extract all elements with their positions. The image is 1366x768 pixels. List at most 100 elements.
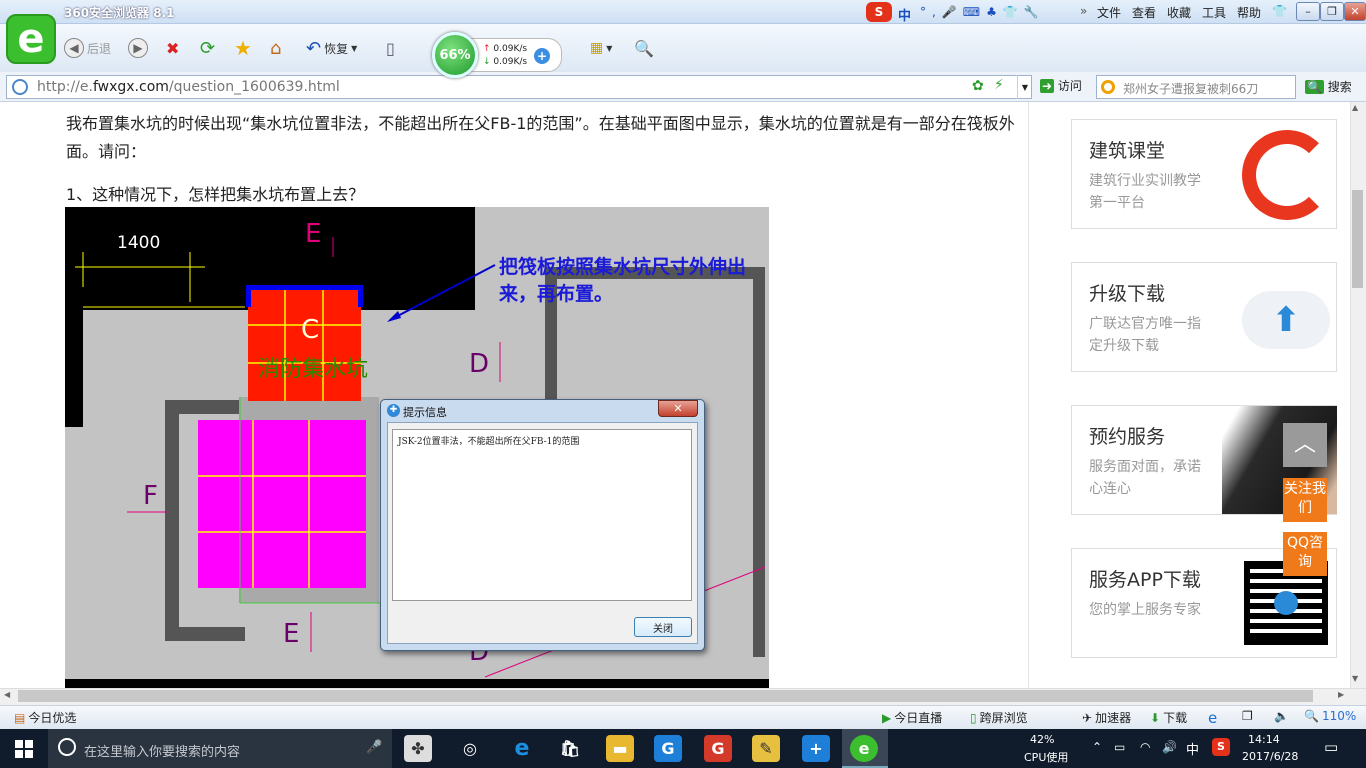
sidebar-card-course[interactable]: 建筑课堂 建筑行业实训教学第一平台 xyxy=(1071,119,1337,229)
back-to-top-button[interactable]: ︿ xyxy=(1283,423,1327,467)
dialog-close-button[interactable]: 关闭 xyxy=(634,617,692,637)
window-icon[interactable]: ❐ xyxy=(1242,709,1253,723)
menu-help[interactable]: 帮助 xyxy=(1237,4,1261,21)
column-divider xyxy=(1028,102,1029,688)
clock-time[interactable]: 14:14 xyxy=(1248,733,1280,746)
home-icon[interactable]: ⌂ xyxy=(270,36,281,60)
qq-consult-button[interactable]: QQ咨询 xyxy=(1283,532,1327,576)
search-input[interactable]: 郑州女子遭报复被刺66刀 xyxy=(1096,75,1296,99)
live-button[interactable]: ▶ 今日直播 xyxy=(882,709,942,726)
download-button[interactable]: ⬇ 下载 xyxy=(1150,709,1187,726)
scroll-right-icon[interactable]: ▶ xyxy=(1338,690,1344,699)
taskbar-search[interactable]: 在这里输入你要搜索的内容 xyxy=(48,729,392,768)
wifi-icon[interactable]: ◠ xyxy=(1140,740,1150,754)
glodon-icon[interactable]: G xyxy=(654,735,682,762)
microphone-icon[interactable]: 🎤 xyxy=(366,740,382,755)
cad-dimension: 1400 xyxy=(117,233,161,253)
cortana-icon xyxy=(58,738,76,756)
go-arrow-icon: ➜ xyxy=(1040,79,1055,93)
glodon-red-icon[interactable]: G xyxy=(704,735,732,762)
zoom-icon: 🔍 xyxy=(1304,709,1319,723)
scroll-left-icon[interactable]: ◀ xyxy=(4,690,10,699)
compat-mode-icon[interactable]: ✿ xyxy=(972,78,984,94)
ime-indicator[interactable]: 中 xyxy=(1186,739,1199,758)
scroll-down-icon[interactable]: ▼ xyxy=(1352,674,1358,683)
search-engine-icon[interactable] xyxy=(1101,80,1115,94)
accelerate-plus-icon[interactable]: + xyxy=(534,48,550,64)
cloud-upload-icon: ⬆ xyxy=(1242,291,1330,349)
play-icon: ▶ xyxy=(882,710,892,725)
picks-icon: ▤ xyxy=(14,710,26,725)
forward-arrow-icon: ▶ xyxy=(128,38,148,58)
brand-logo-icon xyxy=(1242,130,1332,220)
network-icon[interactable]: ▭ xyxy=(1114,740,1125,754)
card-title: 建筑课堂 xyxy=(1089,140,1166,162)
ime-tools-icon[interactable]: °,🎤⌨♣👕🔧 xyxy=(920,5,1045,19)
windows-logo-icon xyxy=(15,739,33,758)
speaker-icon[interactable]: 🔈 xyxy=(1274,709,1289,723)
more-chevron-icon[interactable]: » xyxy=(1080,4,1087,18)
app-plus-icon[interactable]: + xyxy=(802,735,830,762)
url-input[interactable]: http://e.fwxgx.com/question_1600639.html xyxy=(6,75,1032,99)
menu-view[interactable]: 查看 xyxy=(1132,4,1156,21)
dialog-close-icon[interactable]: ✕ xyxy=(658,400,698,417)
phone-icon[interactable]: ▯ xyxy=(386,36,395,60)
vertical-scroll-thumb[interactable] xyxy=(1352,190,1363,288)
dialog-message[interactable]: JSK-2位置非法，不能超出所在父FB-1的范围 xyxy=(392,429,692,601)
notes-icon[interactable]: ✎ xyxy=(752,735,780,762)
explorer-icon[interactable]: ▬ xyxy=(606,735,634,762)
daily-picks[interactable]: ▤ 今日优选 xyxy=(14,709,76,726)
ie-icon[interactable]: e xyxy=(1208,709,1217,727)
card-title: 升级下载 xyxy=(1089,283,1166,305)
start-button[interactable] xyxy=(0,729,48,768)
notification-icon[interactable]: ▭ xyxy=(1324,738,1338,756)
fast-mode-icon[interactable]: ⚡ xyxy=(994,77,1004,93)
stop-icon[interactable]: ✖ xyxy=(166,36,179,60)
speed-ball[interactable]: 66% xyxy=(432,32,478,78)
zoom-icon[interactable]: 🔍 xyxy=(634,36,654,60)
edge-icon[interactable]: e xyxy=(508,735,536,762)
undo-icon: ↶ xyxy=(306,37,322,59)
tray-chevron-icon[interactable]: ⌃ xyxy=(1092,740,1102,754)
download-arrow-icon: ↓ xyxy=(483,57,494,67)
sogou-ime-icon[interactable]: S xyxy=(866,2,892,22)
task-app-1-icon[interactable]: ✤ xyxy=(404,735,432,762)
browser-logo-icon: e xyxy=(6,14,56,64)
horizontal-scroll-thumb[interactable] xyxy=(18,690,1313,702)
cross-screen-button[interactable]: ▯ 跨屏浏览 xyxy=(970,709,1028,726)
scroll-up-icon[interactable]: ▲ xyxy=(1352,103,1358,112)
sogou-tray-icon[interactable]: S xyxy=(1212,738,1230,756)
qr-center-logo xyxy=(1274,591,1298,615)
follow-us-button[interactable]: 关注我们 xyxy=(1283,478,1327,522)
task-app-2-icon[interactable]: ◎ xyxy=(456,735,484,762)
cad-label-f: F xyxy=(143,481,158,511)
phone-small-icon: ▯ xyxy=(970,710,977,725)
card-title: 预约服务 xyxy=(1089,426,1166,448)
forward-button[interactable]: ▶ xyxy=(128,36,148,60)
browser-task-icon[interactable]: e xyxy=(850,735,878,762)
accelerator-button[interactable]: ✈ 加速器 xyxy=(1082,709,1131,726)
ime-mode[interactable]: 中 xyxy=(898,5,911,24)
favorite-star-icon[interactable]: ★ xyxy=(234,36,252,60)
close-window-button[interactable]: ✕ xyxy=(1344,2,1366,21)
restore-tab-button[interactable]: ↶ 恢复 ▼ xyxy=(306,36,357,60)
go-button[interactable]: ➜ 访问 xyxy=(1040,77,1082,94)
refresh-icon[interactable]: ⟳ xyxy=(200,36,215,60)
restore-button[interactable]: ❐ xyxy=(1320,2,1344,21)
zoom-level[interactable]: 🔍 110% xyxy=(1304,709,1356,723)
clock-date[interactable]: 2017/6/28 xyxy=(1242,750,1298,763)
menu-file[interactable]: 文件 xyxy=(1097,4,1121,21)
dialog-body: JSK-2位置非法，不能超出所在父FB-1的范围 关闭 xyxy=(387,422,698,644)
search-button[interactable]: 🔍 搜索 xyxy=(1305,78,1352,95)
menu-tools[interactable]: 工具 xyxy=(1202,4,1226,21)
sidebar-card-upgrade[interactable]: 升级下载 广联达官方唯一指定升级下载 ⬆ xyxy=(1071,262,1337,372)
minimize-button[interactable]: – xyxy=(1296,2,1320,21)
back-button[interactable]: ◀ 后退 xyxy=(64,36,111,60)
extension-icon[interactable]: ▦ ▼ xyxy=(590,36,612,60)
skin-icon[interactable]: 👕 xyxy=(1272,4,1287,18)
store-icon[interactable]: 🛍 xyxy=(556,735,584,762)
menu-favorites[interactable]: 收藏 xyxy=(1167,4,1191,21)
url-dropdown-icon[interactable]: ▼ xyxy=(1017,75,1032,99)
page-globe-icon xyxy=(12,79,28,95)
volume-icon[interactable]: 🔊 xyxy=(1162,740,1177,754)
